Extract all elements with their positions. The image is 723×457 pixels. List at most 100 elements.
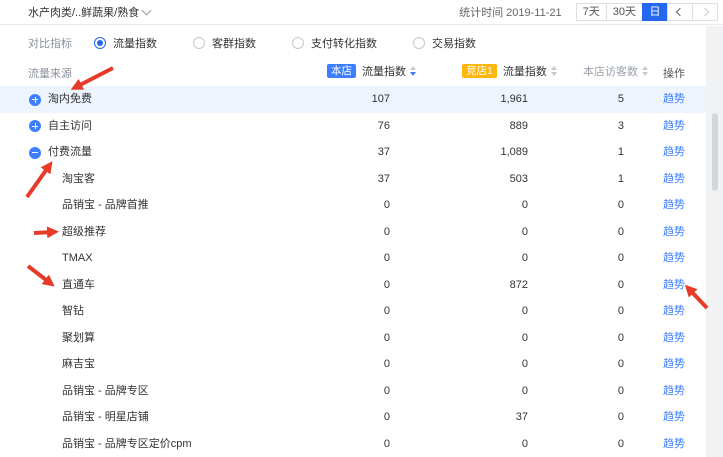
shop-index-value: 0 xyxy=(384,192,390,219)
table-row[interactable]: 淘宝客 37 503 1 趋势 xyxy=(0,166,706,193)
table-row[interactable]: 品销宝 - 品牌专区 0 0 0 趋势 xyxy=(0,378,706,405)
sort-icon[interactable] xyxy=(642,66,648,76)
next-date-button[interactable] xyxy=(692,3,718,21)
filter-label: 对比指标 xyxy=(28,35,72,51)
radio-conversion-index[interactable]: 支付转化指数 xyxy=(292,35,377,51)
table-row[interactable]: 聚划算 0 0 0 趋势 xyxy=(0,325,706,352)
source-label: 智钻 xyxy=(62,298,84,325)
table-header: 流量来源 本店 流量指数 竞店1 流量指数 本店访客数 操作 xyxy=(0,58,706,86)
shop-index-value: 37 xyxy=(378,139,390,166)
source-label: 直通车 xyxy=(62,272,95,299)
trend-link[interactable]: 趋势 xyxy=(663,113,685,140)
col-source-header: 流量来源 xyxy=(28,65,72,81)
scrollbar-track[interactable] xyxy=(706,26,723,457)
shop-index-value: 0 xyxy=(384,325,390,352)
visitors-value: 0 xyxy=(618,351,624,378)
shop-index-value: 0 xyxy=(384,378,390,405)
radio-selected-icon xyxy=(94,37,106,49)
visitors-value: 5 xyxy=(618,86,624,113)
visitors-value: 0 xyxy=(618,245,624,272)
comp-index-value: 0 xyxy=(522,219,528,246)
table-row[interactable]: 超级推荐 0 0 0 趋势 xyxy=(0,219,706,246)
trend-link[interactable]: 趋势 xyxy=(663,166,685,193)
table-row[interactable]: 品销宝 - 明星店铺 0 37 0 趋势 xyxy=(0,404,706,431)
expand-plus-icon[interactable] xyxy=(29,120,41,132)
radio-icon xyxy=(292,37,304,49)
source-label: 淘宝客 xyxy=(62,166,95,193)
table-row[interactable]: 直通车 0 872 0 趋势 xyxy=(0,272,706,299)
prev-date-button[interactable] xyxy=(667,3,693,21)
radio-icon xyxy=(193,37,205,49)
visitors-value: 0 xyxy=(618,298,624,325)
visitors-value: 0 xyxy=(618,192,624,219)
col-shop-index-header[interactable]: 本店 流量指数 xyxy=(327,63,416,79)
radio-traffic-index[interactable]: 流量指数 xyxy=(94,35,157,51)
trend-link[interactable]: 趋势 xyxy=(663,86,685,113)
radio-trade-index[interactable]: 交易指数 xyxy=(413,35,476,51)
comp-index-value: 872 xyxy=(510,272,528,299)
table-row[interactable]: 智钻 0 0 0 趋势 xyxy=(0,298,706,325)
radio-label: 交易指数 xyxy=(432,35,476,51)
shop-index-value: 0 xyxy=(384,272,390,299)
trend-link[interactable]: 趋势 xyxy=(663,192,685,219)
trend-link[interactable]: 趋势 xyxy=(663,272,685,299)
shop-badge: 本店 xyxy=(327,64,356,78)
sort-desc-icon[interactable] xyxy=(410,66,416,76)
competitor-badge: 竞店1 xyxy=(462,64,497,78)
trend-link[interactable]: 趋势 xyxy=(663,404,685,431)
radio-customer-index[interactable]: 客群指数 xyxy=(193,35,256,51)
range-day-button[interactable]: 日 xyxy=(642,3,668,21)
comp-index-value: 0 xyxy=(522,431,528,457)
visitors-value: 0 xyxy=(618,219,624,246)
shop-index-value: 0 xyxy=(384,245,390,272)
table-row[interactable]: 品销宝 - 品牌首推 0 0 0 趋势 xyxy=(0,192,706,219)
main-panel: 对比指标 流量指数 客群指数 支付转化指数 交易指数 流量来源 本店 流量指数 … xyxy=(0,26,706,457)
comp-index-value: 503 xyxy=(510,166,528,193)
source-label: 品销宝 - 品牌专区 xyxy=(62,378,149,405)
topbar-right: 统计时间 2019-11-21 7天 30天 日 xyxy=(459,3,718,21)
radio-label: 支付转化指数 xyxy=(311,35,377,51)
shop-index-value: 0 xyxy=(384,431,390,457)
comp-index-value: 0 xyxy=(522,378,528,405)
col-visitors-header[interactable]: 本店访客数 xyxy=(583,63,648,79)
source-label: 品销宝 - 明星店铺 xyxy=(62,404,149,431)
shop-index-value: 76 xyxy=(378,113,390,140)
chevron-right-icon xyxy=(701,8,709,16)
metric-filter-row: 对比指标 流量指数 客群指数 支付转化指数 交易指数 xyxy=(28,34,512,52)
table-row[interactable]: 品销宝 - 品牌专区定价cpm 0 0 0 趋势 xyxy=(0,431,706,457)
category-breadcrumb[interactable]: 水产肉类/..鲜蔬果/熟食 xyxy=(28,4,150,20)
range-30d-button[interactable]: 30天 xyxy=(606,3,643,21)
table-row[interactable]: 淘内免费 107 1,961 5 趋势 xyxy=(0,86,706,113)
table-row[interactable]: 自主访问 76 889 3 趋势 xyxy=(0,113,706,140)
comp-index-value: 0 xyxy=(522,298,528,325)
sort-icon[interactable] xyxy=(551,66,557,76)
visitors-value: 1 xyxy=(618,139,624,166)
visitors-value: 0 xyxy=(618,325,624,352)
source-label: 超级推荐 xyxy=(62,219,106,246)
trend-link[interactable]: 趋势 xyxy=(663,139,685,166)
table-row[interactable]: 付费流量 37 1,089 1 趋势 xyxy=(0,139,706,166)
table-row[interactable]: TMAX 0 0 0 趋势 xyxy=(0,245,706,272)
collapse-minus-icon[interactable] xyxy=(29,147,41,159)
shop-index-value: 0 xyxy=(384,351,390,378)
trend-link[interactable]: 趋势 xyxy=(663,431,685,457)
shop-index-value: 0 xyxy=(384,219,390,246)
trend-link[interactable]: 趋势 xyxy=(663,245,685,272)
trend-link[interactable]: 趋势 xyxy=(663,351,685,378)
source-label: TMAX xyxy=(62,245,93,272)
trend-link[interactable]: 趋势 xyxy=(663,378,685,405)
trend-link[interactable]: 趋势 xyxy=(663,298,685,325)
comp-metric-label: 流量指数 xyxy=(503,63,547,79)
radio-label: 流量指数 xyxy=(113,35,157,51)
visitors-value: 0 xyxy=(618,404,624,431)
col-comp-index-header[interactable]: 竞店1 流量指数 xyxy=(462,63,557,79)
table-row[interactable]: 麻吉宝 0 0 0 趋势 xyxy=(0,351,706,378)
trend-link[interactable]: 趋势 xyxy=(663,325,685,352)
table-body: 淘内免费 107 1,961 5 趋势 自主访问 76 889 3 趋势 付费流… xyxy=(0,86,706,457)
trend-link[interactable]: 趋势 xyxy=(663,219,685,246)
source-label: 付费流量 xyxy=(48,139,92,166)
visitors-label: 本店访客数 xyxy=(583,63,638,79)
scrollbar-thumb[interactable] xyxy=(712,113,718,191)
range-7d-button[interactable]: 7天 xyxy=(576,3,607,21)
expand-plus-icon[interactable] xyxy=(29,94,41,106)
